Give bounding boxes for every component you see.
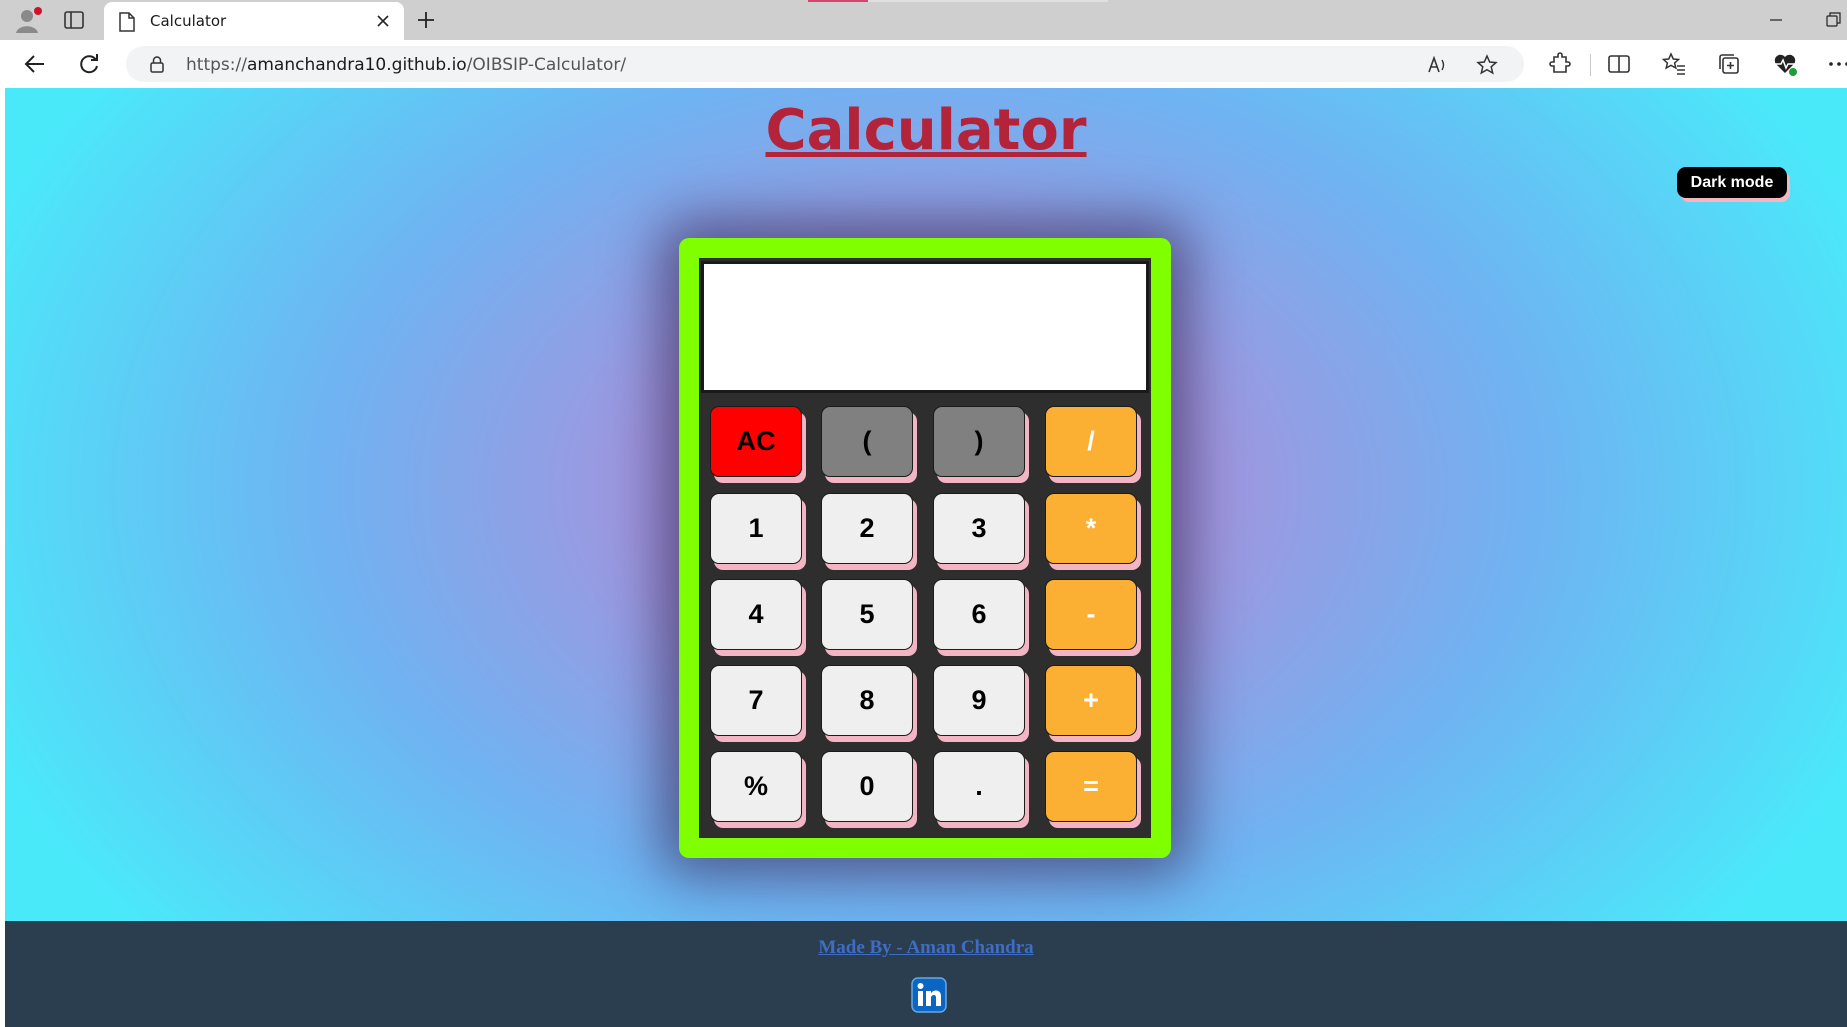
toolbar-divider: [1590, 54, 1591, 76]
page-icon: [119, 12, 135, 32]
performance-icon[interactable]: [1772, 51, 1798, 77]
digit-3-button[interactable]: 3: [933, 493, 1025, 564]
calculator-body: AC ( ) / 1 2 3 * 4 5 6 - 7 8 9 + % 0 . =: [699, 258, 1151, 838]
tab-calculator[interactable]: Calculator: [104, 2, 404, 40]
new-tab-icon[interactable]: [414, 8, 438, 32]
more-options-icon[interactable]: [1826, 51, 1847, 77]
add-button[interactable]: +: [1045, 665, 1137, 736]
digit-5-button[interactable]: 5: [821, 579, 913, 650]
close-tab-icon[interactable]: [374, 12, 392, 30]
minimize-icon[interactable]: [1764, 8, 1788, 32]
favorites-icon[interactable]: [1661, 51, 1687, 77]
digit-0-button[interactable]: 0: [821, 751, 913, 822]
page-background: Calculator Dark mode AC ( ) / 1 2 3 * 4 …: [5, 88, 1847, 921]
refresh-icon[interactable]: [76, 51, 102, 77]
tab-actions-icon[interactable]: [62, 8, 86, 32]
open-paren-button[interactable]: (: [821, 406, 913, 477]
author-credit-link[interactable]: Made By - Aman Chandra: [5, 937, 1847, 959]
digit-9-button[interactable]: 9: [933, 665, 1025, 736]
tab-title: Calculator: [150, 12, 227, 30]
subtract-button[interactable]: -: [1045, 579, 1137, 650]
close-paren-button[interactable]: ): [933, 406, 1025, 477]
calculator-display[interactable]: [701, 261, 1149, 393]
lock-icon[interactable]: [148, 55, 166, 73]
favorite-star-icon[interactable]: [1476, 54, 1498, 76]
calculator: AC ( ) / 1 2 3 * 4 5 6 - 7 8 9 + % 0 . =: [679, 238, 1171, 858]
address-bar[interactable]: https://amanchandra10.github.io/OIBSIP-C…: [126, 46, 1524, 82]
page-viewport: Calculator Dark mode AC ( ) / 1 2 3 * 4 …: [5, 88, 1847, 1027]
decimal-button[interactable]: .: [933, 751, 1025, 822]
digit-2-button[interactable]: 2: [821, 493, 913, 564]
url-text[interactable]: https://amanchandra10.github.io/OIBSIP-C…: [186, 55, 626, 75]
linkedin-icon[interactable]: [911, 977, 947, 1013]
dark-mode-button[interactable]: Dark mode: [1677, 167, 1787, 198]
profile-icon[interactable]: [14, 6, 42, 34]
split-screen-icon[interactable]: [1606, 51, 1632, 77]
collections-icon[interactable]: [1716, 51, 1742, 77]
loading-indicator: [808, 0, 1108, 2]
divide-button[interactable]: /: [1045, 406, 1137, 477]
digit-7-button[interactable]: 7: [710, 665, 802, 736]
multiply-button[interactable]: *: [1045, 493, 1137, 564]
digit-8-button[interactable]: 8: [821, 665, 913, 736]
read-aloud-icon[interactable]: [1426, 54, 1448, 76]
digit-6-button[interactable]: 6: [933, 579, 1025, 650]
page-title: Calculator: [765, 98, 1087, 163]
browser-tab-bar: Calculator: [0, 0, 1847, 40]
restore-icon[interactable]: [1820, 8, 1844, 32]
digit-1-button[interactable]: 1: [710, 493, 802, 564]
clear-button[interactable]: AC: [710, 406, 802, 477]
digit-4-button[interactable]: 4: [710, 579, 802, 650]
footer: Made By - Aman Chandra: [5, 921, 1847, 1027]
back-icon[interactable]: [22, 51, 48, 77]
equals-button[interactable]: =: [1045, 751, 1137, 822]
extensions-icon[interactable]: [1546, 51, 1572, 77]
address-toolbar: https://amanchandra10.github.io/OIBSIP-C…: [0, 40, 1847, 88]
percent-button[interactable]: %: [710, 751, 802, 822]
